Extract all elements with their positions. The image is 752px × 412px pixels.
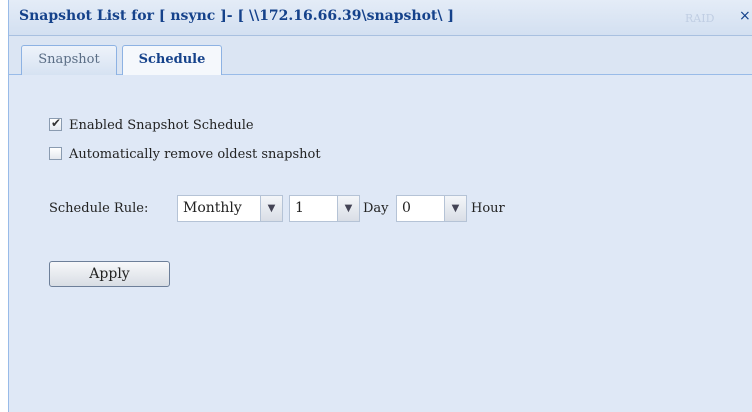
schedule-rule-label: Schedule Rule: (49, 201, 149, 216)
checkmark-icon: ✔ (51, 116, 62, 130)
day-unit-label: Day (363, 201, 389, 216)
frequency-value: Monthly (183, 200, 242, 216)
title-bar: Snapshot List for [ nsync ]- [ \\172.16.… (9, 0, 752, 36)
auto-remove-row[interactable]: Automatically remove oldest snapshot (49, 147, 321, 165)
hour-unit-label: Hour (471, 201, 505, 216)
chevron-down-icon[interactable]: ▼ (337, 196, 359, 221)
day-select[interactable]: 1 ▼ (289, 195, 360, 222)
hour-select[interactable]: 0 ▼ (396, 195, 467, 222)
enable-schedule-checkbox[interactable]: ✔ (49, 116, 62, 131)
apply-button[interactable]: Apply (49, 261, 170, 287)
dialog-title: Snapshot List for [ nsync ]- [ \\172.16.… (19, 8, 454, 24)
auto-remove-label: Automatically remove oldest snapshot (69, 147, 321, 162)
tab-schedule[interactable]: Schedule (122, 45, 222, 76)
frequency-select[interactable]: Monthly ▼ (177, 195, 283, 222)
enable-schedule-label: Enabled Snapshot Schedule (69, 118, 254, 133)
schedule-panel: ✔ Enabled Snapshot Schedule Automatically… (9, 75, 752, 412)
enable-schedule-row[interactable]: ✔ Enabled Snapshot Schedule (49, 116, 254, 136)
day-value: 1 (295, 200, 304, 216)
close-icon[interactable]: × (739, 8, 752, 26)
hour-value: 0 (402, 200, 411, 216)
snapshot-dialog: Snapshot List for [ nsync ]- [ \\172.16.… (8, 0, 752, 412)
auto-remove-checkbox[interactable] (49, 147, 62, 160)
watermark-text: RAID (685, 12, 715, 25)
chevron-down-icon[interactable]: ▼ (260, 196, 282, 221)
tab-snapshot[interactable]: Snapshot (21, 45, 117, 75)
tab-bar: Snapshot Schedule (9, 36, 752, 76)
chevron-down-icon[interactable]: ▼ (444, 196, 466, 221)
